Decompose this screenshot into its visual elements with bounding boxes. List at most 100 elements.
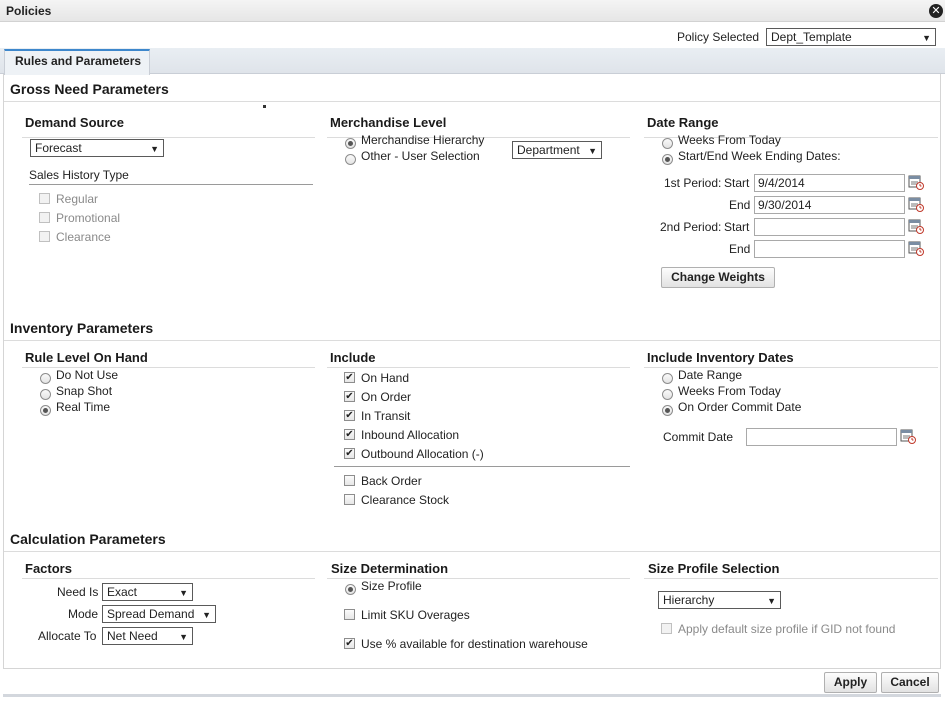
first-period-start-input[interactable]: 9/4/2014	[754, 174, 905, 192]
change-weights-button[interactable]: Change Weights	[661, 267, 775, 288]
merchandise-hierarchy-label: Merchandise Hierarchy	[361, 133, 485, 147]
include-heading: Include	[330, 350, 376, 365]
apply-default-size-profile-label: Apply default size profile if GID not fo…	[678, 622, 896, 636]
first-period-end-input[interactable]: 9/30/2014	[754, 196, 905, 214]
column-divider	[327, 367, 630, 368]
allocate-to-value: Net Need	[107, 629, 158, 643]
rule-level-heading: Rule Level On Hand	[25, 350, 148, 365]
inbound-allocation-label: Inbound Allocation	[361, 428, 460, 442]
allocate-to-select[interactable]: Net Need ▼	[102, 627, 193, 645]
column-divider	[22, 137, 315, 138]
cancel-button[interactable]: Cancel	[881, 672, 939, 693]
marker-dot	[263, 105, 266, 108]
second-period-start-input[interactable]	[754, 218, 905, 236]
other-user-selection-radio[interactable]	[345, 154, 356, 165]
date-range-label: Date Range	[678, 368, 743, 382]
snap-shot-label: Snap Shot	[56, 384, 113, 398]
policy-select[interactable]: Dept_Template ▼	[766, 28, 936, 46]
dialog-titlebar	[0, 0, 945, 22]
commit-date-input[interactable]	[746, 428, 897, 446]
first-period-start-label: Start	[724, 176, 750, 190]
second-period-end-label: End	[729, 242, 751, 256]
apply-default-size-profile-checkbox	[661, 623, 672, 634]
real-time-radio[interactable]	[40, 405, 51, 416]
chevron-down-icon: ▼	[179, 632, 188, 642]
footer-divider	[3, 694, 941, 697]
in-transit-checkbox[interactable]: ✔	[344, 410, 355, 421]
second-period-label: 2nd Period:	[660, 220, 722, 234]
on-hand-label: On Hand	[361, 371, 410, 385]
need-is-value: Exact	[107, 585, 138, 599]
on-order-checkbox[interactable]: ✔	[344, 391, 355, 402]
outbound-allocation-checkbox[interactable]: ✔	[344, 448, 355, 459]
section-divider	[4, 340, 940, 341]
merchandise-level-heading: Merchandise Level	[330, 115, 447, 130]
on-hand-checkbox[interactable]: ✔	[344, 372, 355, 383]
column-divider	[22, 578, 315, 579]
calendar-icon[interactable]	[908, 196, 924, 212]
section-divider	[4, 101, 940, 102]
inv-weeks-from-today-radio[interactable]	[662, 389, 673, 400]
sales-history-heading: Sales History Type	[29, 168, 129, 182]
merchandise-level-select[interactable]: Department ▼	[512, 141, 602, 159]
start-end-week-label: Start/End Week Ending Dates:	[678, 149, 841, 163]
inventory-title: Inventory Parameters	[10, 320, 154, 336]
limit-sku-overages-checkbox[interactable]	[344, 609, 355, 620]
size-profile-radio[interactable]	[345, 584, 356, 595]
calendar-icon[interactable]	[900, 428, 916, 444]
regular-label: Regular	[56, 192, 99, 206]
on-order-commit-date-label: On Order Commit Date	[678, 400, 802, 414]
back-order-checkbox[interactable]	[344, 475, 355, 486]
tab-rules-and-parameters[interactable]: Rules and Parameters	[4, 49, 150, 75]
demand-source-value: Forecast	[35, 141, 82, 155]
size-profile-selection-heading: Size Profile Selection	[648, 561, 780, 576]
start-end-week-radio[interactable]	[662, 154, 673, 165]
first-period-label: 1st Period:	[664, 176, 722, 190]
date-range-heading: Date Range	[647, 115, 719, 130]
demand-source-select[interactable]: Forecast ▼	[30, 139, 164, 157]
inv-weeks-from-today-label: Weeks From Today	[678, 384, 781, 398]
inbound-allocation-checkbox[interactable]: ✔	[344, 429, 355, 440]
calendar-icon[interactable]	[908, 174, 924, 190]
outbound-allocation-label: Outbound Allocation (-)	[361, 447, 484, 461]
size-profile-label: Size Profile	[361, 579, 422, 593]
weeks-from-today-radio[interactable]	[662, 138, 673, 149]
date-range-radio[interactable]	[662, 373, 673, 384]
calendar-icon[interactable]	[908, 240, 924, 256]
merchandise-hierarchy-radio[interactable]	[345, 138, 356, 149]
commit-date-label: Commit Date	[663, 430, 734, 444]
size-profile-select[interactable]: Hierarchy ▼	[658, 591, 781, 609]
second-period-end-input[interactable]	[754, 240, 905, 258]
second-period-start-label: Start	[724, 220, 750, 234]
chevron-down-icon: ▼	[150, 144, 159, 154]
promotional-checkbox	[39, 212, 50, 223]
size-determination-heading: Size Determination	[331, 561, 449, 576]
demand-source-heading: Demand Source	[25, 115, 124, 130]
in-transit-label: In Transit	[361, 409, 411, 423]
policy-select-value: Dept_Template	[771, 30, 852, 44]
on-order-commit-date-radio[interactable]	[662, 405, 673, 416]
include-divider	[334, 466, 630, 467]
mode-select[interactable]: Spread Demand ▼	[102, 605, 216, 623]
back-order-label: Back Order	[361, 474, 422, 488]
clearance-stock-label: Clearance Stock	[361, 493, 450, 507]
clearance-label: Clearance	[56, 230, 111, 244]
do-not-use-radio[interactable]	[40, 373, 51, 384]
use-pct-available-checkbox[interactable]: ✔	[344, 638, 355, 649]
promotional-label: Promotional	[56, 211, 121, 225]
other-user-selection-label: Other - User Selection	[361, 149, 480, 163]
merchandise-level-value: Department	[517, 143, 580, 157]
calendar-icon[interactable]	[908, 218, 924, 234]
mode-label: Mode	[68, 607, 99, 621]
factors-heading: Factors	[25, 561, 72, 576]
snap-shot-radio[interactable]	[40, 389, 51, 400]
mode-value: Spread Demand	[107, 607, 195, 621]
need-is-select[interactable]: Exact ▼	[102, 583, 193, 601]
close-icon[interactable]: ✕	[929, 4, 943, 18]
policy-selected-label: Policy Selected	[677, 30, 760, 44]
do-not-use-label: Do Not Use	[56, 368, 119, 382]
tab-content-frame	[3, 74, 941, 669]
apply-button[interactable]: Apply	[824, 672, 877, 693]
dialog-title: Policies	[6, 4, 52, 18]
clearance-stock-checkbox[interactable]	[344, 494, 355, 505]
